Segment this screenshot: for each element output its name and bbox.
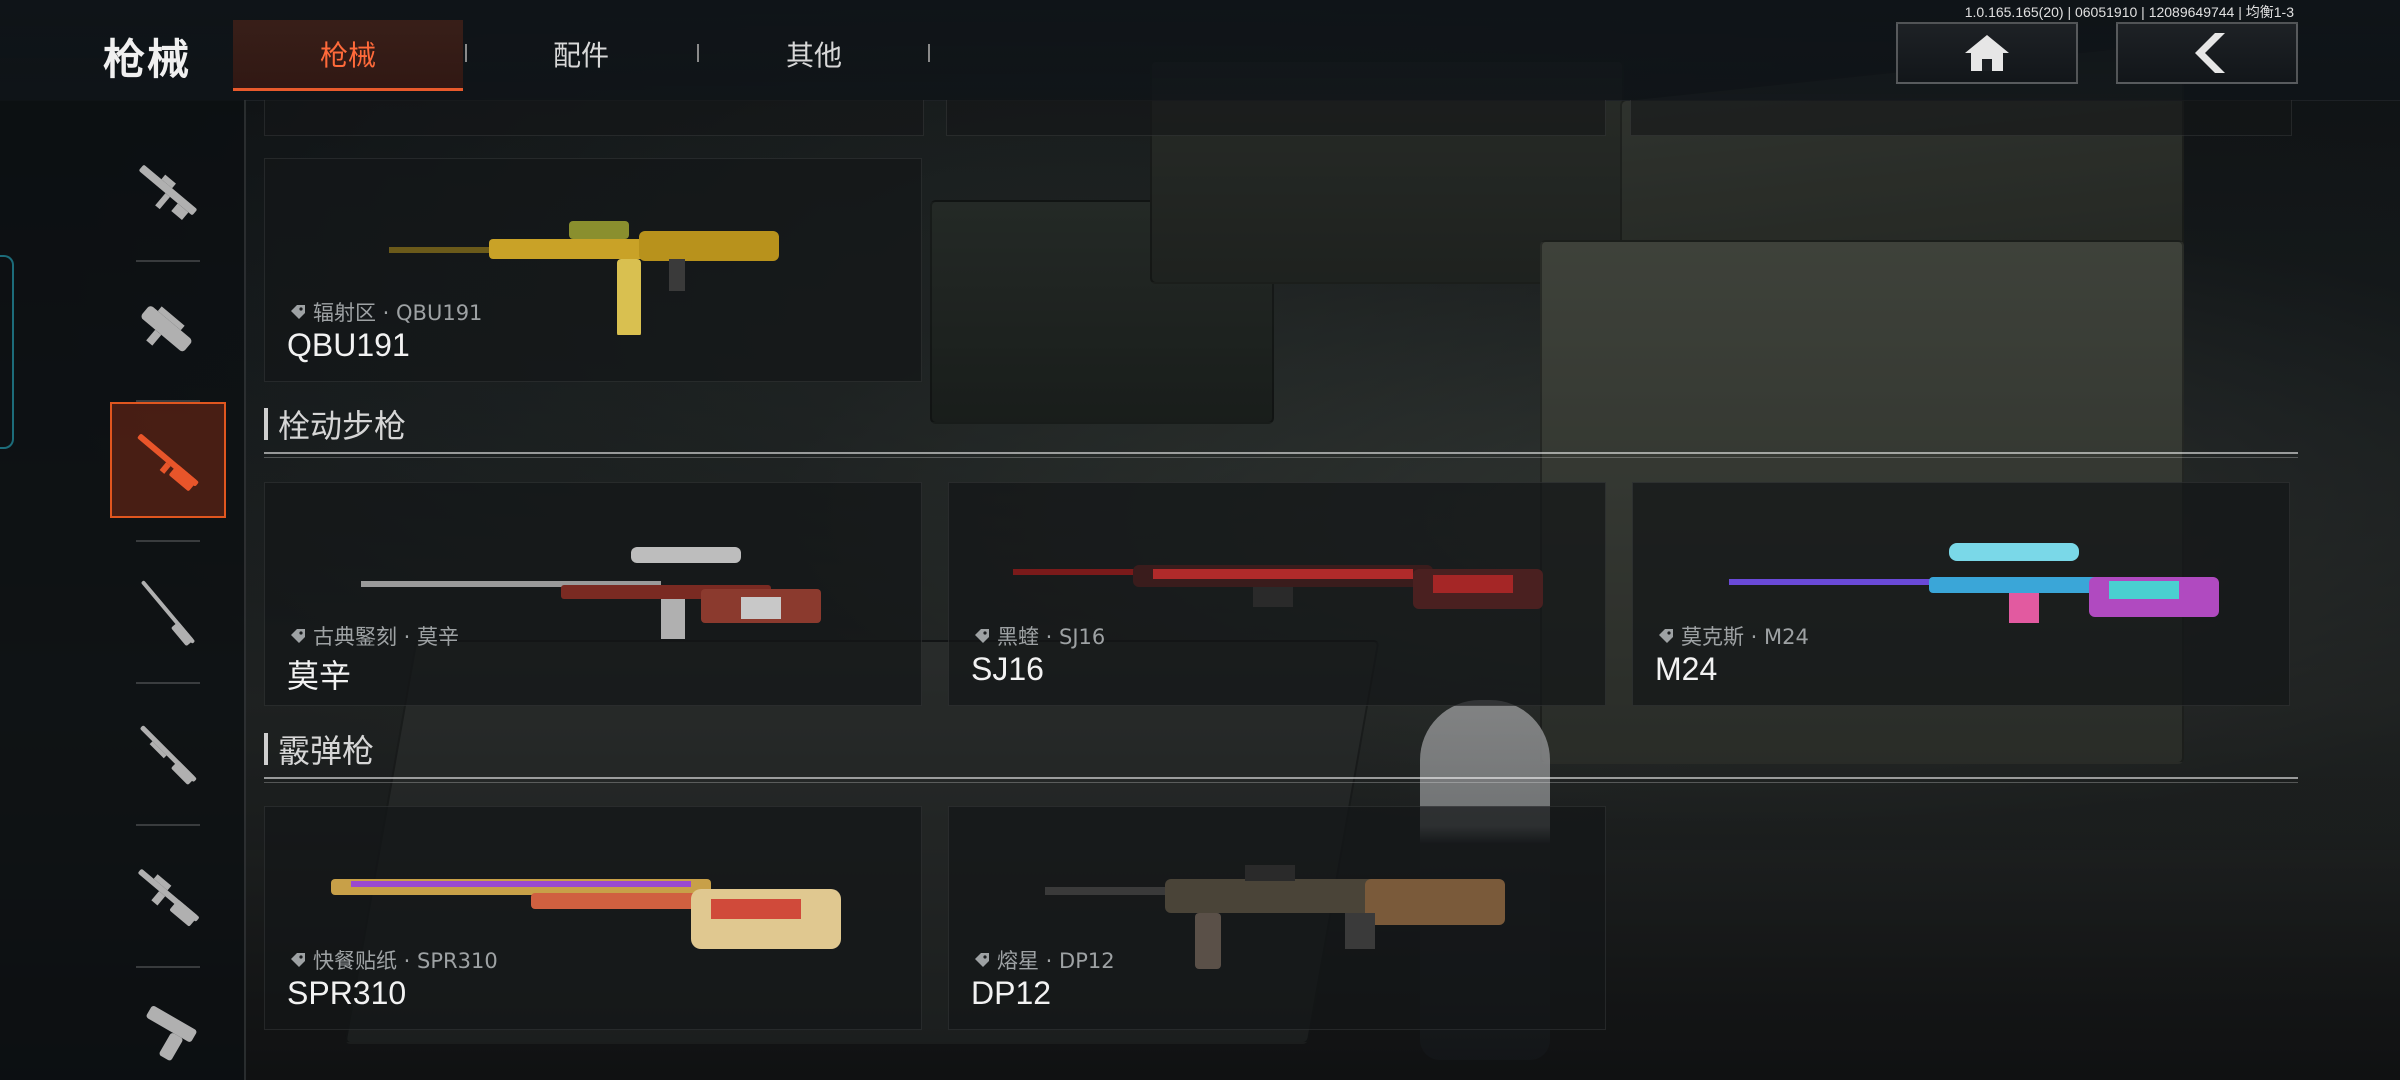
weapon-card-m24[interactable]: 莫克斯 · M24 M24 — [1632, 482, 2290, 706]
tab-guns[interactable]: 枪械 — [233, 20, 463, 91]
weapon-card-dp12[interactable]: 熔星 · DP12 DP12 — [948, 806, 1606, 1030]
sidebar-item-assault-rifle[interactable] — [110, 132, 226, 248]
weapon-name: SJ16 — [971, 651, 1044, 687]
assault-rifle-icon — [139, 165, 197, 221]
page-title: 枪械 — [103, 35, 192, 84]
build-info: 1.0.165.165(20) | 06051910 | 12089649744… — [1964, 4, 2294, 20]
section-divider — [264, 452, 2298, 458]
home-button[interactable] — [1896, 22, 2078, 84]
tab-other[interactable]: 其他 — [699, 20, 929, 88]
bolt-action-rifle-icon — [137, 434, 199, 491]
section-header-shotgun: 霰弹枪 — [264, 727, 1296, 771]
tag-icon — [975, 629, 989, 643]
sidebar-item-pistol[interactable] — [110, 980, 226, 1080]
section-title: 霰弹枪 — [278, 732, 375, 770]
section-bar — [264, 408, 268, 440]
weapon-skin-label: 快餐贴纸 · SPR310 — [289, 945, 498, 975]
weapon-skin-label: 辐射区 · QBU191 — [289, 297, 482, 327]
sidebar-item-bolt-action[interactable] — [110, 402, 226, 518]
weapon-category-sidebar — [0, 100, 246, 1080]
tab-attachments[interactable]: 配件 — [466, 20, 696, 88]
section-divider — [264, 777, 2298, 783]
sj16-image — [1013, 565, 1543, 609]
tab-separator — [928, 44, 930, 62]
home-icon — [1965, 35, 2009, 71]
weapon-name: 莫辛 — [287, 658, 352, 694]
top-bar: 枪械 枪械 配件 其他 1.0.165.165(20) | 06051910 |… — [0, 0, 2400, 101]
card-partial — [1630, 100, 2292, 136]
shotgun-icon — [140, 725, 197, 785]
sidebar-divider — [136, 540, 200, 542]
tag-icon — [1659, 629, 1673, 643]
pistol-icon — [146, 1005, 197, 1061]
back-chevron-icon — [2195, 33, 2225, 73]
weapon-name: M24 — [1655, 651, 1718, 687]
section-header-bolt-action: 栓动步枪 — [264, 402, 1296, 446]
weapon-name: DP12 — [971, 975, 1052, 1011]
sidebar-divider — [136, 682, 200, 684]
weapon-skin-label: 黑蝰 · SJ16 — [973, 621, 1105, 651]
sidebar-divider — [136, 824, 200, 826]
sidebar-item-smg[interactable] — [110, 272, 226, 388]
back-button[interactable] — [2116, 22, 2298, 84]
marksman-rifle-icon — [141, 580, 195, 646]
weapon-name: QBU191 — [287, 327, 410, 363]
weapon-card-spr310[interactable]: 快餐贴纸 · SPR310 SPR310 — [264, 806, 922, 1030]
weapon-name: SPR310 — [287, 975, 407, 1011]
weapon-card-mosin[interactable]: 古典鋻刻 · 莫辛 莫辛 — [264, 482, 922, 706]
section-title: 栓动步枪 — [278, 407, 407, 445]
tag-icon — [975, 953, 989, 967]
sidebar-item-shotgun[interactable] — [110, 696, 226, 812]
sidebar-divider — [136, 966, 200, 968]
sidebar-item-marksman[interactable] — [110, 554, 226, 670]
tag-icon — [291, 305, 305, 319]
tag-icon — [291, 953, 305, 967]
sidebar-divider — [136, 260, 200, 262]
weapon-skin-label: 古典鋻刻 · 莫辛 — [289, 621, 459, 651]
weapon-skin-label: 莫克斯 · M24 — [1657, 621, 1809, 651]
weapon-card-qbu191[interactable]: 辐射区 · QBU191 QBU191 — [264, 158, 922, 382]
light-machine-gun-icon — [138, 869, 199, 926]
card-partial — [264, 100, 924, 136]
weapon-card-sj16[interactable]: 黑蝰 · SJ16 SJ16 — [948, 482, 1606, 706]
smg-icon — [141, 306, 192, 352]
sidebar-item-lmg[interactable] — [110, 838, 226, 954]
sidebar-scroll-indicator — [0, 255, 14, 449]
card-partial — [946, 100, 1606, 136]
section-bar — [264, 733, 268, 765]
weapon-skin-label: 熔星 · DP12 — [973, 945, 1115, 975]
tag-icon — [291, 629, 305, 643]
dp12-image — [1045, 865, 1505, 969]
